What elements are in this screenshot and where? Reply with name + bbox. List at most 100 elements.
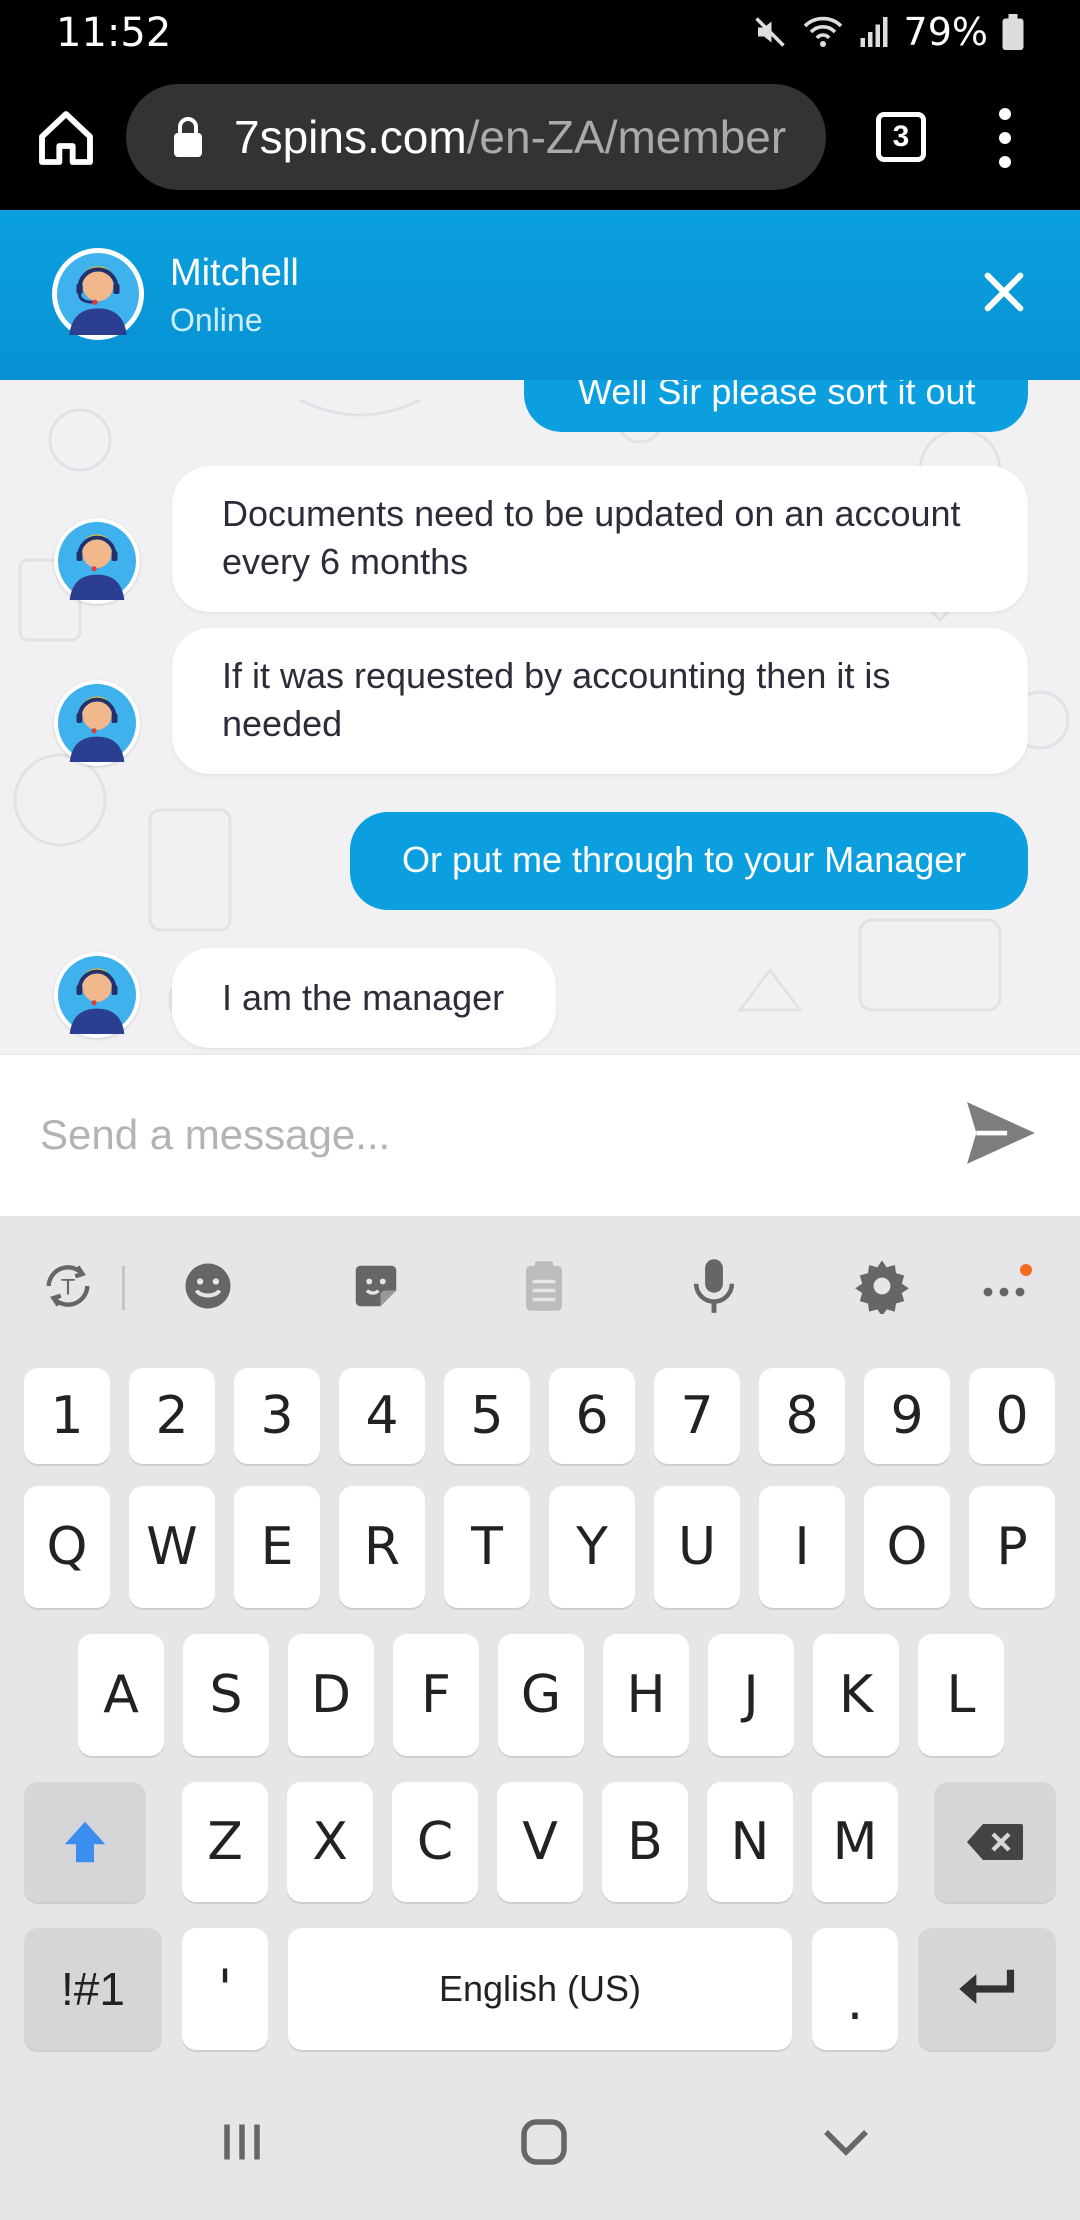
letter-key-label: A [103,1665,139,1725]
letter-key-label: S [209,1665,243,1725]
close-icon[interactable] [976,264,1032,320]
number-key-label: 1 [50,1386,84,1446]
letter-key[interactable]: R [339,1486,425,1608]
backspace-icon [967,1824,1023,1860]
number-key[interactable]: 0 [969,1368,1055,1464]
enter-icon [959,1969,1015,2004]
number-key[interactable]: 9 [864,1368,950,1464]
enter-key[interactable] [918,1928,1056,2050]
home-icon[interactable] [34,106,98,170]
message-bubble-outgoing: Or put me through to your Manager [350,812,1028,910]
space-key[interactable]: English (US) [288,1928,792,2050]
agent-avatar-small [54,518,140,604]
letter-key[interactable]: X [287,1782,373,1902]
message-text-line: every 6 months [222,541,469,582]
letter-key-label: H [626,1665,666,1725]
letter-key[interactable]: D [288,1634,374,1756]
number-key[interactable]: 5 [444,1368,530,1464]
message-text: I am the manager [222,977,505,1018]
letter-key-label: V [522,1812,558,1872]
home-nav-icon[interactable] [514,2112,574,2172]
message-bubble-incoming: I am the manager [172,948,556,1048]
letter-key[interactable]: S [183,1634,269,1756]
letter-key[interactable]: M [812,1782,898,1902]
shift-key[interactable] [24,1782,146,1902]
letter-key[interactable]: K [813,1634,899,1756]
letter-key[interactable]: V [497,1782,583,1902]
letter-key[interactable]: G [498,1634,584,1756]
letter-key[interactable]: W [129,1486,215,1608]
emoji-icon[interactable] [178,1256,238,1316]
message-composer [0,1054,1080,1216]
number-key-label: 9 [890,1386,924,1446]
letter-key[interactable]: F [393,1634,479,1756]
letter-key[interactable]: I [759,1486,845,1608]
letter-key[interactable]: H [603,1634,689,1756]
number-key-label: 3 [260,1386,294,1446]
letter-key-label: C [416,1812,454,1872]
number-key[interactable]: 7 [654,1368,740,1464]
status-time: 11:52 [56,10,172,56]
letter-key[interactable]: Q [24,1486,110,1608]
apostrophe-key[interactable]: ' [182,1928,268,2050]
letter-key-label: M [832,1812,878,1872]
number-key-label: 8 [785,1386,819,1446]
message-input[interactable] [40,1095,920,1175]
letter-key[interactable]: L [918,1634,1004,1756]
letter-key-label: K [838,1665,874,1725]
period-key-label: . [846,1972,864,2032]
letter-key[interactable]: O [864,1486,950,1608]
back-nav-icon[interactable] [816,2112,876,2172]
letter-key[interactable]: C [392,1782,478,1902]
message-text-line: needed [222,703,343,744]
signal-icon [860,17,888,47]
agent-avatar-small [54,952,140,1038]
letter-key[interactable]: Z [182,1782,268,1902]
number-key[interactable]: 2 [129,1368,215,1464]
svg-text:T: T [60,1275,75,1300]
apostrophe-key-label: ' [217,1959,233,2019]
number-key[interactable]: 4 [339,1368,425,1464]
letter-key[interactable]: P [969,1486,1055,1608]
letter-key[interactable]: J [708,1634,794,1756]
letter-key-label: F [421,1665,451,1725]
letter-key-label: B [627,1812,663,1872]
number-key[interactable]: 6 [549,1368,635,1464]
gear-icon[interactable] [852,1256,912,1316]
recent-apps-icon[interactable] [212,2112,272,2172]
number-key[interactable]: 3 [234,1368,320,1464]
number-key[interactable]: 8 [759,1368,845,1464]
letter-key[interactable]: U [654,1486,740,1608]
period-key[interactable]: . [812,1928,898,2050]
number-key-label: 5 [470,1386,504,1446]
more-options-icon[interactable] [990,108,1020,168]
message-list[interactable]: Well Sir please sort it out Documents ne… [0,380,1080,1054]
letter-key[interactable]: Y [549,1486,635,1608]
symbols-key[interactable]: !#1 [24,1928,162,2050]
letter-key[interactable]: B [602,1782,688,1902]
letter-key-label: J [743,1665,759,1725]
letter-key-label: Z [207,1812,243,1872]
number-key-label: 7 [680,1386,714,1446]
chat-header: Mitchell Online [0,210,1080,380]
more-icon[interactable] [976,1256,1036,1316]
letter-key[interactable]: A [78,1634,164,1756]
battery-percent: 79% [903,10,988,54]
backspace-key[interactable] [934,1782,1056,1902]
clipboard-icon[interactable] [514,1256,574,1316]
letter-key[interactable]: N [707,1782,793,1902]
letter-key-label: D [310,1665,352,1725]
letter-key[interactable]: T [444,1486,530,1608]
address-bar[interactable]: 7spins.com/en-ZA/member [126,84,826,190]
microphone-icon[interactable] [684,1256,744,1316]
number-key[interactable]: 1 [24,1368,110,1464]
sticker-icon[interactable] [346,1256,406,1316]
battery-icon [1002,14,1024,50]
letter-key[interactable]: E [234,1486,320,1608]
tab-switcher-button[interactable]: 3 [876,112,926,162]
text-mode-icon[interactable]: T [38,1256,98,1316]
letter-key-label: O [886,1517,928,1577]
number-key-label: 4 [365,1386,399,1446]
message-text: Well Sir please sort it out [578,380,976,412]
send-icon[interactable] [964,1099,1038,1167]
